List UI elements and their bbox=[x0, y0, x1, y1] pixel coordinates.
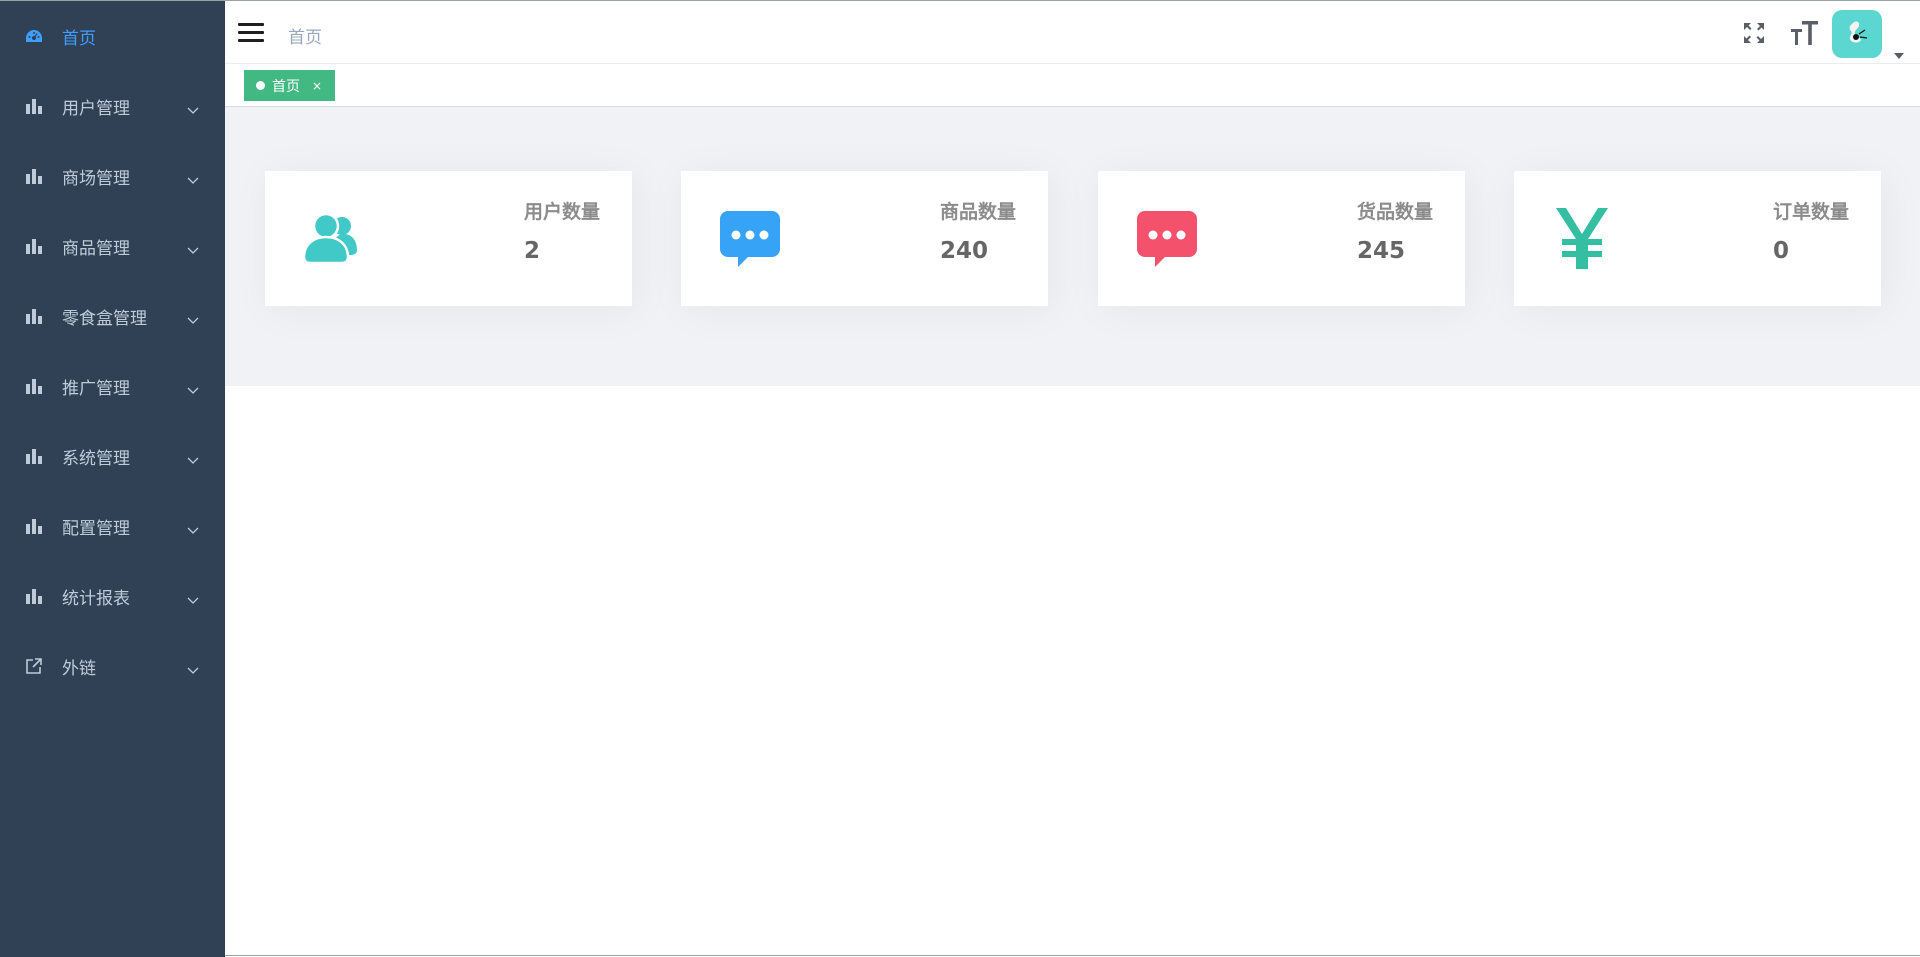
caret-down-icon[interactable] bbox=[1894, 44, 1904, 63]
sidebar-item-label: 零食盒管理 bbox=[62, 308, 147, 329]
sidebar-item-snack-box-management[interactable]: 零食盒管理 bbox=[0, 281, 225, 351]
sidebar-item-label: 商品管理 bbox=[62, 238, 130, 259]
sidebar-item-user-management[interactable]: 用户管理 bbox=[0, 71, 225, 141]
chevron-down-icon bbox=[187, 380, 199, 400]
tag-label: 首页 bbox=[272, 78, 300, 95]
users-icon bbox=[300, 205, 366, 271]
card-users[interactable]: 用户数量 2 bbox=[265, 171, 632, 306]
card-label: 订单数量 bbox=[1772, 201, 1849, 223]
sidebar-item-label: 商场管理 bbox=[62, 168, 130, 189]
chevron-down-icon bbox=[187, 240, 199, 260]
chevron-down-icon bbox=[187, 590, 199, 610]
sidebar-item-statistics-reports[interactable]: 统计报表 bbox=[0, 561, 225, 631]
chart-icon bbox=[24, 96, 44, 116]
chart-icon bbox=[24, 586, 44, 606]
chart-icon bbox=[24, 166, 44, 186]
sidebar-item-label: 推广管理 bbox=[62, 378, 130, 399]
font-size-icon[interactable] bbox=[1790, 19, 1820, 47]
sidebar-item-home[interactable]: 首页 bbox=[0, 1, 225, 71]
tags-view: 首页 × bbox=[225, 64, 1920, 107]
sidebar-item-label: 配置管理 bbox=[62, 518, 130, 539]
card-description: 订单数量 0 bbox=[1773, 201, 1849, 264]
fullscreen-icon[interactable] bbox=[1742, 21, 1766, 45]
card-count: 245 bbox=[1356, 238, 1405, 264]
sidebar: 首页 用户管理 商场管理 商品管理 零食盒管理 推广管理 系统管理 配置管理 统… bbox=[0, 1, 225, 957]
chart-icon bbox=[24, 516, 44, 536]
card-label: 用户数量 bbox=[523, 201, 600, 223]
sidebar-item-mall-management[interactable]: 商场管理 bbox=[0, 141, 225, 211]
card-description: 商品数量 240 bbox=[940, 201, 1016, 264]
card-orders[interactable]: 订单数量 0 bbox=[1514, 171, 1881, 306]
dashboard-panel-group: 用户数量 2 商品数量 240 货品数量 245 订单数量 0 bbox=[225, 107, 1920, 386]
chevron-down-icon bbox=[187, 450, 199, 470]
sidebar-item-config-management[interactable]: 配置管理 bbox=[0, 491, 225, 561]
sidebar-item-label: 系统管理 bbox=[62, 448, 130, 469]
avatar[interactable] bbox=[1832, 10, 1882, 58]
card-goods[interactable]: 货品数量 245 bbox=[1098, 171, 1465, 306]
chevron-down-icon bbox=[187, 100, 199, 120]
sidebar-item-label: 首页 bbox=[62, 28, 96, 49]
navbar: 首页 bbox=[225, 1, 1920, 64]
yen-icon bbox=[1549, 205, 1615, 271]
chevron-down-icon bbox=[187, 310, 199, 330]
chart-icon bbox=[24, 446, 44, 466]
card-description: 货品数量 245 bbox=[1357, 201, 1433, 264]
card-products[interactable]: 商品数量 240 bbox=[681, 171, 1048, 306]
message-icon bbox=[1133, 205, 1199, 271]
sidebar-item-label: 外链 bbox=[62, 658, 96, 679]
close-icon[interactable]: × bbox=[312, 79, 322, 93]
tag-home[interactable]: 首页 × bbox=[244, 70, 336, 101]
sidebar-item-external-link[interactable]: 外链 bbox=[0, 631, 225, 701]
message-icon bbox=[716, 205, 782, 271]
sidebar-item-promotion-management[interactable]: 推广管理 bbox=[0, 351, 225, 421]
sidebar-item-label: 用户管理 bbox=[62, 98, 130, 119]
external-link-icon bbox=[24, 656, 44, 676]
chevron-down-icon bbox=[187, 170, 199, 190]
card-count: 0 bbox=[1772, 238, 1789, 264]
card-label: 货品数量 bbox=[1356, 201, 1433, 223]
sidebar-item-product-management[interactable]: 商品管理 bbox=[0, 211, 225, 281]
dashboard-icon bbox=[24, 26, 44, 46]
sidebar-item-system-management[interactable]: 系统管理 bbox=[0, 421, 225, 491]
card-description: 用户数量 2 bbox=[524, 201, 600, 264]
chevron-down-icon bbox=[187, 660, 199, 680]
hamburger-menu-icon[interactable] bbox=[238, 23, 264, 43]
chart-icon bbox=[24, 236, 44, 256]
card-count: 2 bbox=[523, 238, 540, 264]
chart-icon bbox=[24, 376, 44, 396]
card-label: 商品数量 bbox=[939, 201, 1016, 223]
sidebar-item-label: 统计报表 bbox=[62, 588, 130, 609]
chart-icon bbox=[24, 306, 44, 326]
card-count: 240 bbox=[939, 238, 988, 264]
chevron-down-icon bbox=[187, 520, 199, 540]
active-dot bbox=[256, 81, 265, 90]
breadcrumb[interactable]: 首页 bbox=[288, 23, 322, 48]
